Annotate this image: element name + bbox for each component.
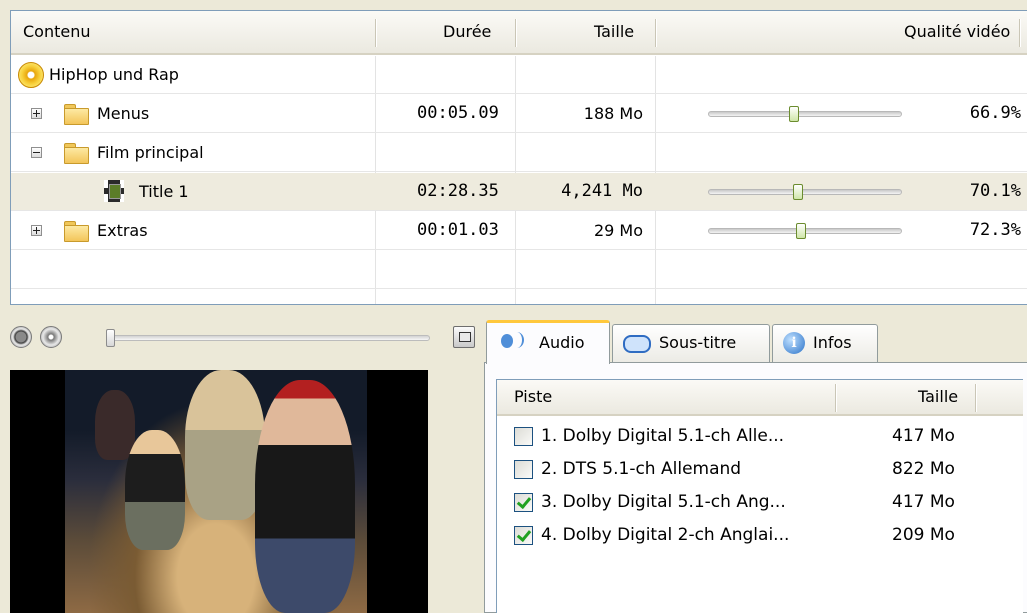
seek-bar[interactable] xyxy=(106,329,430,347)
audio-icon xyxy=(501,332,525,350)
track-label: 3. Dolby Digital 5.1-ch Ang... xyxy=(541,492,786,512)
info-icon: i xyxy=(783,332,805,354)
dancer-figure xyxy=(185,370,265,520)
track-size: 417 Mo xyxy=(892,492,955,512)
tree-row-title-1[interactable]: Title 1 02:28.35 4,241 Mo 70.1% xyxy=(11,173,1027,211)
tab-info-label: Infos xyxy=(813,333,852,352)
row-duration: 00:01.03 xyxy=(417,220,499,240)
tree-row-root[interactable]: HipHop und Rap xyxy=(11,56,1027,94)
row-label: Title 1 xyxy=(139,182,189,201)
row-duration: 00:05.09 xyxy=(417,103,499,123)
tree-row-main-film[interactable]: Film principal xyxy=(11,134,1027,172)
column-content[interactable]: Contenu xyxy=(23,11,91,53)
column-divider[interactable] xyxy=(515,19,517,47)
quality-slider[interactable] xyxy=(708,184,902,200)
track-size: 822 Mo xyxy=(892,459,955,479)
tree-row-extras[interactable]: Extras 00:01.03 29 Mo 72.3% xyxy=(11,212,1027,250)
video-frame xyxy=(65,370,367,613)
audio-panel: Piste Taille 1. Dolby Digital 5.1-ch All… xyxy=(484,362,1027,613)
column-divider[interactable] xyxy=(375,19,377,47)
track-checkbox[interactable] xyxy=(514,427,533,446)
track-checkbox[interactable] xyxy=(514,460,533,479)
column-divider[interactable] xyxy=(655,19,657,47)
column-divider[interactable] xyxy=(975,384,977,412)
row-size: 4,241 Mo xyxy=(561,181,643,201)
track-label: 1. Dolby Digital 5.1-ch Alle... xyxy=(541,426,785,446)
audio-list-header: Piste Taille xyxy=(497,380,1023,416)
seek-knob[interactable] xyxy=(106,329,115,347)
column-divider[interactable] xyxy=(1019,19,1021,47)
disc-icon xyxy=(18,62,44,88)
row-size: 29 Mo xyxy=(593,221,643,240)
row-quality: 70.1% xyxy=(969,181,1021,201)
root-label: HipHop und Rap xyxy=(49,65,179,84)
video-preview xyxy=(10,370,428,613)
tree-row-menus[interactable]: Menus 00:05.09 188 Mo 66.9% xyxy=(11,95,1027,133)
tab-audio-label: Audio xyxy=(539,333,585,352)
content-tree: Contenu Durée Taille Qualité vidéo HipHo… xyxy=(10,10,1027,305)
tab-subtitle[interactable]: Sous-titre xyxy=(612,324,770,362)
dancer-figure xyxy=(95,390,135,460)
collapse-minus-icon[interactable] xyxy=(31,147,42,158)
audio-track-row[interactable]: 3. Dolby Digital 5.1-ch Ang... 417 Mo xyxy=(497,486,1023,519)
tab-audio[interactable]: Audio xyxy=(486,320,610,364)
track-size: 417 Mo xyxy=(892,426,955,446)
column-quality[interactable]: Qualité vidéo xyxy=(904,11,1010,53)
row-label: Menus xyxy=(97,104,150,123)
audio-track-list: Piste Taille 1. Dolby Digital 5.1-ch All… xyxy=(496,379,1023,613)
track-checkbox[interactable] xyxy=(514,493,533,512)
column-track[interactable]: Piste xyxy=(514,380,552,414)
audio-track-row[interactable]: 1. Dolby Digital 5.1-ch Alle... 417 Mo xyxy=(497,420,1023,453)
quality-slider[interactable] xyxy=(708,106,902,122)
subtitle-icon xyxy=(623,335,651,353)
row-label: Film principal xyxy=(97,143,204,162)
track-label: 4. Dolby Digital 2-ch Anglai... xyxy=(541,525,790,545)
play-icon[interactable] xyxy=(40,326,62,348)
tab-subtitle-label: Sous-titre xyxy=(659,333,737,352)
folder-icon xyxy=(64,143,89,164)
track-tabs: Audio Sous-titre i Infos Piste Taille 1.… xyxy=(484,320,1027,613)
column-duration[interactable]: Durée xyxy=(443,11,491,53)
quality-slider-thumb[interactable] xyxy=(789,106,799,122)
expand-plus-icon[interactable] xyxy=(31,108,42,119)
quality-slider-thumb[interactable] xyxy=(793,184,803,200)
tree-row-empty xyxy=(11,251,1027,289)
audio-track-row[interactable]: 4. Dolby Digital 2-ch Anglai... 209 Mo xyxy=(497,519,1023,552)
tab-info[interactable]: i Infos xyxy=(772,324,878,362)
row-duration: 02:28.35 xyxy=(417,181,499,201)
column-size[interactable]: Taille xyxy=(594,11,634,53)
stop-icon[interactable] xyxy=(10,326,32,348)
row-size: 188 Mo xyxy=(583,104,643,123)
quality-slider[interactable] xyxy=(708,223,902,239)
row-label: Extras xyxy=(97,221,148,240)
dancer-figure xyxy=(255,380,355,613)
column-track-size[interactable]: Taille xyxy=(918,380,958,414)
track-label: 2. DTS 5.1-ch Allemand xyxy=(541,459,742,479)
audio-track-row[interactable]: 2. DTS 5.1-ch Allemand 822 Mo xyxy=(497,453,1023,486)
column-divider[interactable] xyxy=(835,384,837,412)
fullscreen-icon[interactable] xyxy=(453,326,475,348)
film-icon xyxy=(104,180,124,202)
track-size: 209 Mo xyxy=(892,525,955,545)
folder-icon xyxy=(64,104,89,125)
row-quality: 72.3% xyxy=(969,220,1021,240)
track-checkbox[interactable] xyxy=(514,526,533,545)
video-player xyxy=(10,322,480,613)
dancer-figure xyxy=(125,430,185,550)
quality-slider-thumb[interactable] xyxy=(796,223,806,239)
tree-header: Contenu Durée Taille Qualité vidéo xyxy=(11,11,1027,55)
expand-plus-icon[interactable] xyxy=(31,225,42,236)
row-quality: 66.9% xyxy=(969,103,1021,123)
folder-icon xyxy=(64,221,89,242)
